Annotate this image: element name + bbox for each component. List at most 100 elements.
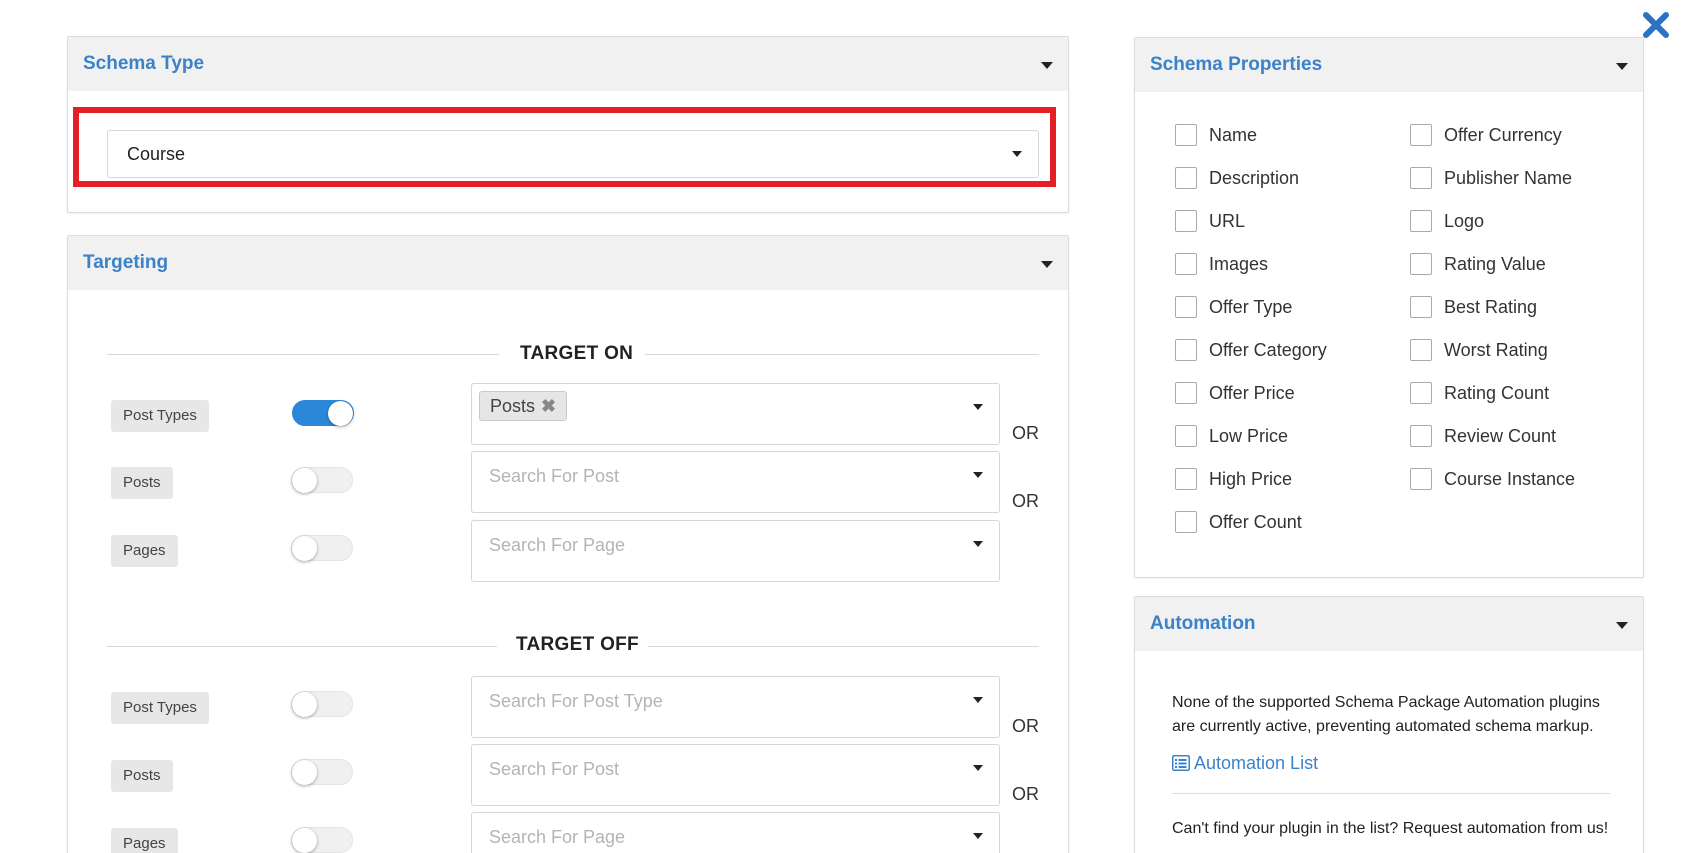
target-off-pages-toggle[interactable]: [291, 827, 353, 853]
toggle-knob: [328, 401, 353, 426]
chevron-down-icon: [973, 697, 983, 703]
search-pages-placeholder: Search For Page: [489, 827, 626, 847]
close-icon[interactable]: [1641, 10, 1671, 40]
target-off-heading: TARGET OFF: [516, 634, 639, 655]
checkbox[interactable]: [1175, 339, 1197, 361]
property-label: High Price: [1209, 469, 1293, 489]
search-posts-placeholder: Search For Post: [489, 466, 620, 486]
property-label: Offer Category: [1209, 340, 1327, 360]
or-label: OR: [1012, 491, 1039, 511]
checkbox[interactable]: [1175, 210, 1197, 232]
checkbox[interactable]: [1410, 339, 1432, 361]
divider: [1172, 793, 1610, 794]
chevron-down-icon: [973, 472, 983, 478]
collapse-caret-icon[interactable]: [1616, 622, 1628, 629]
search-post-type-placeholder: Search For Post Type: [489, 691, 663, 711]
target-off-posts-field[interactable]: Search For Post: [471, 744, 1000, 806]
target-off-post-types-label: Post Types: [111, 692, 209, 724]
chevron-down-icon: [973, 404, 983, 410]
target-on-post-types-label: Post Types: [111, 400, 209, 432]
schema-type-header[interactable]: Schema Type: [68, 37, 1068, 91]
property-label: Publisher Name: [1444, 168, 1573, 188]
target-off-post-types-field[interactable]: Search For Post Type: [471, 676, 1000, 738]
target-off-pages-label: Pages: [111, 828, 178, 853]
property-label: Rating Count: [1444, 383, 1550, 403]
automation-list-link[interactable]: Automation List: [1172, 753, 1318, 774]
property-label: Description: [1209, 168, 1300, 188]
automation-title: Automation: [1150, 613, 1256, 634]
or-label: OR: [1012, 784, 1039, 804]
target-on-pages-toggle[interactable]: [291, 535, 353, 561]
property-label: Offer Currency: [1444, 125, 1562, 145]
checkbox[interactable]: [1410, 124, 1432, 146]
checkbox[interactable]: [1175, 124, 1197, 146]
automation-panel: Automation None of the supported Schema …: [1134, 596, 1644, 853]
schema-properties-panel: Schema Properties Name Description URL Imag…: [1134, 37, 1644, 578]
checkbox[interactable]: [1410, 425, 1432, 447]
checkbox[interactable]: [1175, 382, 1197, 404]
property-label: Offer Price: [1209, 383, 1295, 403]
target-on-heading: TARGET ON: [520, 343, 634, 364]
target-off-pages-field[interactable]: Search For Page: [471, 812, 1000, 853]
targeting-title: Targeting: [83, 252, 169, 273]
search-posts-placeholder: Search For Post: [489, 759, 620, 779]
schema-properties-title: Schema Properties: [1150, 54, 1323, 75]
property-label: Low Price: [1209, 426, 1289, 446]
target-off-post-types-toggle[interactable]: [291, 691, 353, 717]
or-label: OR: [1012, 423, 1039, 443]
posts-chip[interactable]: Posts ✖: [479, 391, 568, 421]
checkbox[interactable]: [1175, 167, 1197, 189]
checkbox[interactable]: [1175, 253, 1197, 275]
target-off-posts-label: Posts: [111, 760, 173, 792]
property-label: Worst Rating: [1444, 340, 1548, 360]
divider: [648, 646, 1039, 647]
property-label: Rating Value: [1444, 254, 1546, 274]
target-on-pages-field[interactable]: Search For Page: [471, 520, 1000, 582]
list-icon: [1172, 755, 1190, 771]
property-label: Name: [1209, 125, 1258, 145]
checkbox[interactable]: [1175, 511, 1197, 533]
search-pages-placeholder: Search For Page: [489, 535, 626, 555]
checkbox[interactable]: [1410, 382, 1432, 404]
automation-list-label: Automation List: [1194, 753, 1319, 773]
automation-request-text: Can't find your plugin in the list? Requ…: [1172, 820, 1609, 837]
divider: [107, 646, 497, 647]
checkbox[interactable]: [1410, 210, 1432, 232]
collapse-caret-icon[interactable]: [1041, 62, 1053, 69]
target-off-posts-toggle[interactable]: [291, 759, 353, 785]
target-on-post-types-toggle[interactable]: [292, 400, 354, 426]
collapse-caret-icon[interactable]: [1616, 63, 1628, 70]
toggle-knob: [292, 536, 317, 561]
checkbox[interactable]: [1175, 425, 1197, 447]
property-label: Course Instance: [1444, 469, 1576, 489]
schema-type-select[interactable]: Course: [107, 130, 1039, 178]
target-on-posts-field[interactable]: Search For Post: [471, 451, 1000, 513]
remove-chip-icon[interactable]: ✖: [541, 396, 556, 416]
target-on-post-types-field[interactable]: Posts ✖: [471, 383, 1000, 445]
toggle-knob: [292, 760, 317, 785]
checkbox[interactable]: [1410, 468, 1432, 490]
checkbox[interactable]: [1410, 253, 1432, 275]
toggle-knob: [292, 692, 317, 717]
property-label: Offer Count: [1209, 512, 1302, 532]
target-on-posts-label: Posts: [111, 467, 173, 499]
automation-header[interactable]: Automation: [1135, 597, 1643, 651]
collapse-caret-icon[interactable]: [1041, 261, 1053, 268]
chevron-down-icon: [973, 833, 983, 839]
target-on-posts-toggle[interactable]: [291, 467, 353, 493]
divider: [645, 354, 1039, 355]
checkbox[interactable]: [1410, 296, 1432, 318]
chevron-down-icon: [973, 765, 983, 771]
schema-type-value: Course: [127, 144, 186, 164]
checkbox[interactable]: [1410, 167, 1432, 189]
property-label: Offer Type: [1209, 297, 1293, 317]
checkbox[interactable]: [1175, 468, 1197, 490]
property-label: Best Rating: [1444, 297, 1538, 317]
schema-properties-header[interactable]: Schema Properties: [1135, 38, 1643, 92]
divider: [107, 354, 499, 355]
toggle-knob: [292, 468, 317, 493]
chevron-down-icon: [1012, 151, 1022, 157]
checkbox[interactable]: [1175, 296, 1197, 318]
targeting-header[interactable]: Targeting: [68, 236, 1068, 290]
chip-label: Posts: [490, 396, 536, 416]
